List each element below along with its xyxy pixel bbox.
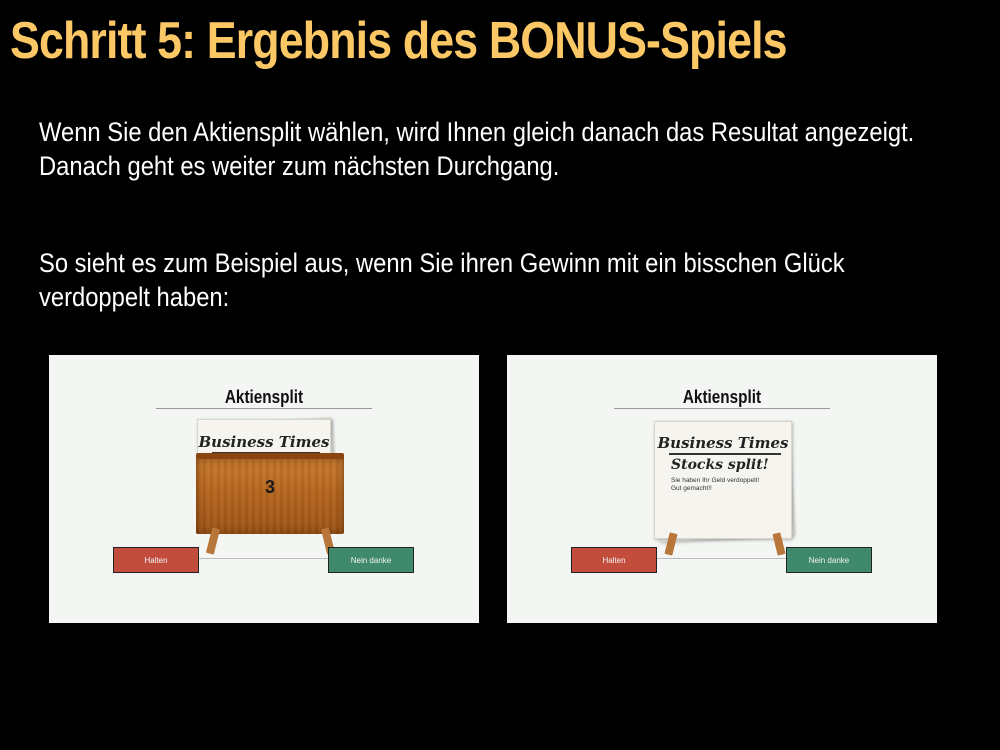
example-line-2: verdoppelt haben: [39,282,230,312]
halten-button[interactable]: Halten [571,547,657,573]
masthead-rule [669,453,781,455]
game-title: Aktiensplit [224,387,304,407]
newspaper-headline: Stocks split! [671,457,769,473]
intro-paragraph: Wenn Sie den Aktiensplit wählen, wird Ih… [39,115,914,183]
nein-danke-button[interactable]: Nein danke [786,547,872,573]
slide-title: Schritt 5: Ergebnis des BONUS-Spiels [10,12,788,70]
wooden-crate: 3 [196,453,344,534]
game-title: Aktiensplit [682,387,762,407]
screenshot-after-result: Aktiensplit Business Times Stocks split!… [507,355,937,623]
title-underline [614,408,830,409]
halten-button[interactable]: Halten [113,547,199,573]
screenshot-before-result: Aktiensplit Business Times 3 Halten Nein… [49,355,479,623]
result-message-line-2: Gut gemacht!! [671,485,712,492]
floor-line [657,558,792,559]
newspaper-masthead: Business Times [198,433,330,451]
example-paragraph: So sieht es zum Beispiel aus, wenn Sie i… [39,246,845,314]
intro-line-1: Wenn Sie den Aktiensplit wählen, wird Ih… [39,117,915,147]
crate-number: 3 [264,477,275,497]
nein-danke-button[interactable]: Nein danke [328,547,414,573]
floor-line [199,558,334,559]
newspaper-masthead: Business Times [657,434,789,452]
intro-line-2: Danach geht es weiter zum nächsten Durch… [39,151,560,181]
example-line-1: So sieht es zum Beispiel aus, wenn Sie i… [39,248,845,278]
title-underline [156,408,372,409]
newspaper: Business Times Stocks split! Sie haben I… [654,421,792,539]
